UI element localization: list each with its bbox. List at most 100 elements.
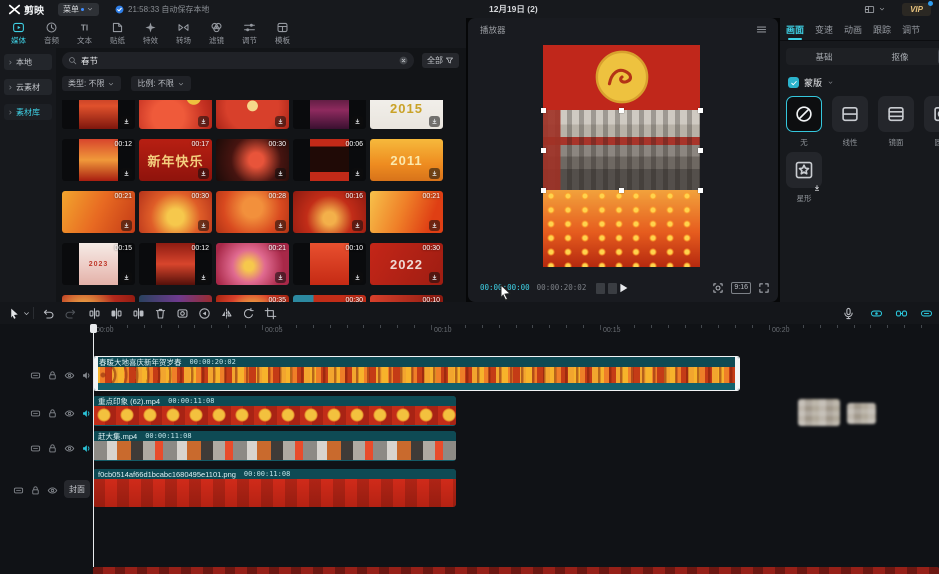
search-input[interactable]: 春节 (62, 52, 414, 69)
record-audio-button[interactable] (840, 305, 856, 321)
mask-checkbox[interactable] (788, 77, 799, 88)
eye-icon[interactable] (47, 483, 58, 494)
download-icon[interactable] (352, 220, 363, 231)
selection-handle[interactable] (619, 188, 624, 193)
tab-调节[interactable]: 调节 (233, 18, 266, 48)
download-icon[interactable] (275, 272, 286, 283)
download-icon[interactable] (121, 116, 132, 127)
sidebar-item-本地[interactable]: 本地 (4, 54, 52, 70)
tab-滤镜[interactable]: 滤镜 (200, 18, 233, 48)
media-thumbnail[interactable]: 00:06 (293, 139, 366, 181)
rotate-button[interactable] (240, 305, 256, 321)
tab-特效[interactable]: 特效 (134, 18, 167, 48)
filter-all-button[interactable]: 全部 (422, 53, 459, 68)
select-tool-dropdown[interactable] (21, 305, 31, 321)
delete-button[interactable] (152, 305, 168, 321)
eye-icon[interactable] (64, 406, 75, 417)
properties-tab-跟踪[interactable]: 跟踪 (873, 18, 891, 40)
selection-handle[interactable] (698, 188, 703, 193)
fullscreen-icon[interactable] (758, 282, 770, 294)
clear-search-button[interactable] (399, 56, 408, 65)
timeline-clip[interactable]: 重点印象 (62).mp400:00:11:08 (93, 396, 456, 426)
download-icon[interactable] (275, 168, 286, 179)
media-thumbnail[interactable]: 202200:30 (370, 243, 443, 285)
filter-pill[interactable]: 比例: 不限 (131, 76, 190, 91)
download-icon[interactable] (275, 220, 286, 231)
media-thumbnail[interactable]: 2011 (370, 139, 443, 181)
undo-button[interactable] (40, 305, 56, 321)
media-thumbnail[interactable] (293, 100, 366, 129)
media-thumbnail[interactable] (139, 295, 212, 302)
layout-switch-button[interactable] (857, 3, 892, 16)
lock-icon[interactable] (47, 441, 58, 452)
selection-handle[interactable] (619, 108, 624, 113)
download-icon[interactable] (121, 168, 132, 179)
tab-转场[interactable]: 转场 (167, 18, 200, 48)
lock-icon[interactable] (47, 406, 58, 417)
subtab-基础[interactable]: 基础 (786, 48, 862, 65)
eye-icon[interactable] (64, 441, 75, 452)
tab-模板[interactable]: 模板 (266, 18, 299, 48)
download-icon[interactable] (429, 168, 440, 179)
filter-pill[interactable]: 类型: 不限 (62, 76, 121, 91)
media-thumbnail[interactable]: 2015 (370, 100, 443, 129)
selection-handle[interactable] (698, 108, 703, 113)
cover-button[interactable]: 封面 (64, 480, 90, 498)
media-thumbnail[interactable]: 00:30 (293, 295, 366, 302)
track-toggle-icon[interactable] (30, 406, 41, 417)
media-thumbnail[interactable] (62, 295, 135, 302)
download-icon[interactable] (121, 220, 132, 231)
lock-icon[interactable] (47, 368, 58, 379)
split-button[interactable] (86, 305, 102, 321)
tab-文本[interactable]: TI文本 (68, 18, 101, 48)
timeline-ruler[interactable]: 00:0000:0500:1000:1500:20 (0, 324, 939, 338)
timeline-clip[interactable]: f0cb0514af66d1bcabc1680495e1101.png00:00… (93, 469, 456, 507)
preview-video[interactable] (543, 45, 700, 267)
selection-handle[interactable] (541, 108, 546, 113)
mask-option-镜面[interactable] (878, 96, 914, 132)
download-icon[interactable] (121, 272, 132, 283)
media-thumbnail[interactable]: 00:35 (216, 295, 289, 302)
mirror-button[interactable] (218, 305, 234, 321)
mask-option-线性[interactable] (832, 96, 868, 132)
properties-tab-动画[interactable]: 动画 (844, 18, 862, 40)
media-thumbnail[interactable]: 00:10 (293, 243, 366, 285)
download-icon[interactable] (275, 116, 286, 127)
timeline-clip[interactable]: 赶大集.mp400:00:11:08 (93, 431, 456, 461)
selection-handle[interactable] (698, 148, 703, 153)
download-icon[interactable] (352, 272, 363, 283)
download-icon[interactable] (352, 116, 363, 127)
media-thumbnail[interactable]: 202300:15 (62, 243, 135, 285)
fit-canvas-icon[interactable] (712, 282, 724, 294)
media-thumbnail[interactable] (62, 100, 135, 129)
track-toggle-icon[interactable] (13, 483, 24, 494)
split-keep-right-button[interactable] (130, 305, 146, 321)
split-keep-left-button[interactable] (108, 305, 124, 321)
crop-button[interactable] (262, 305, 278, 321)
track-toggle-icon[interactable] (30, 441, 41, 452)
selection-handle[interactable] (541, 148, 546, 153)
media-thumbnail[interactable]: 00:21 (62, 191, 135, 233)
speaker-icon[interactable] (81, 406, 92, 417)
mask-option-无[interactable] (786, 96, 822, 132)
sidebar-item-素材库[interactable]: 素材库 (4, 104, 52, 120)
select-tool-button[interactable] (6, 305, 22, 321)
menu-button[interactable]: 菜单 (58, 3, 99, 16)
media-thumbnail[interactable]: 00:30 (216, 139, 289, 181)
freeze-frame-button[interactable] (174, 305, 190, 321)
media-thumbnail[interactable] (139, 100, 212, 129)
media-thumbnail[interactable]: 00:28 (216, 191, 289, 233)
subtab-抠像[interactable]: 抠像 (862, 48, 938, 65)
download-icon[interactable] (198, 168, 209, 179)
media-thumbnail[interactable]: 00:30 (139, 191, 212, 233)
reverse-button[interactable] (196, 305, 212, 321)
player-menu-button[interactable] (755, 23, 768, 36)
auto-snap-toggle[interactable] (893, 305, 909, 321)
media-thumbnail[interactable]: 00:10 (370, 295, 443, 302)
media-thumbnail[interactable] (216, 100, 289, 129)
mask-option-圆形[interactable] (924, 96, 939, 132)
download-icon[interactable] (429, 116, 440, 127)
prev-frame-button[interactable] (596, 283, 605, 294)
aspect-ratio-button[interactable]: 9:16 (731, 282, 751, 294)
mask-option-星形[interactable] (786, 152, 822, 188)
